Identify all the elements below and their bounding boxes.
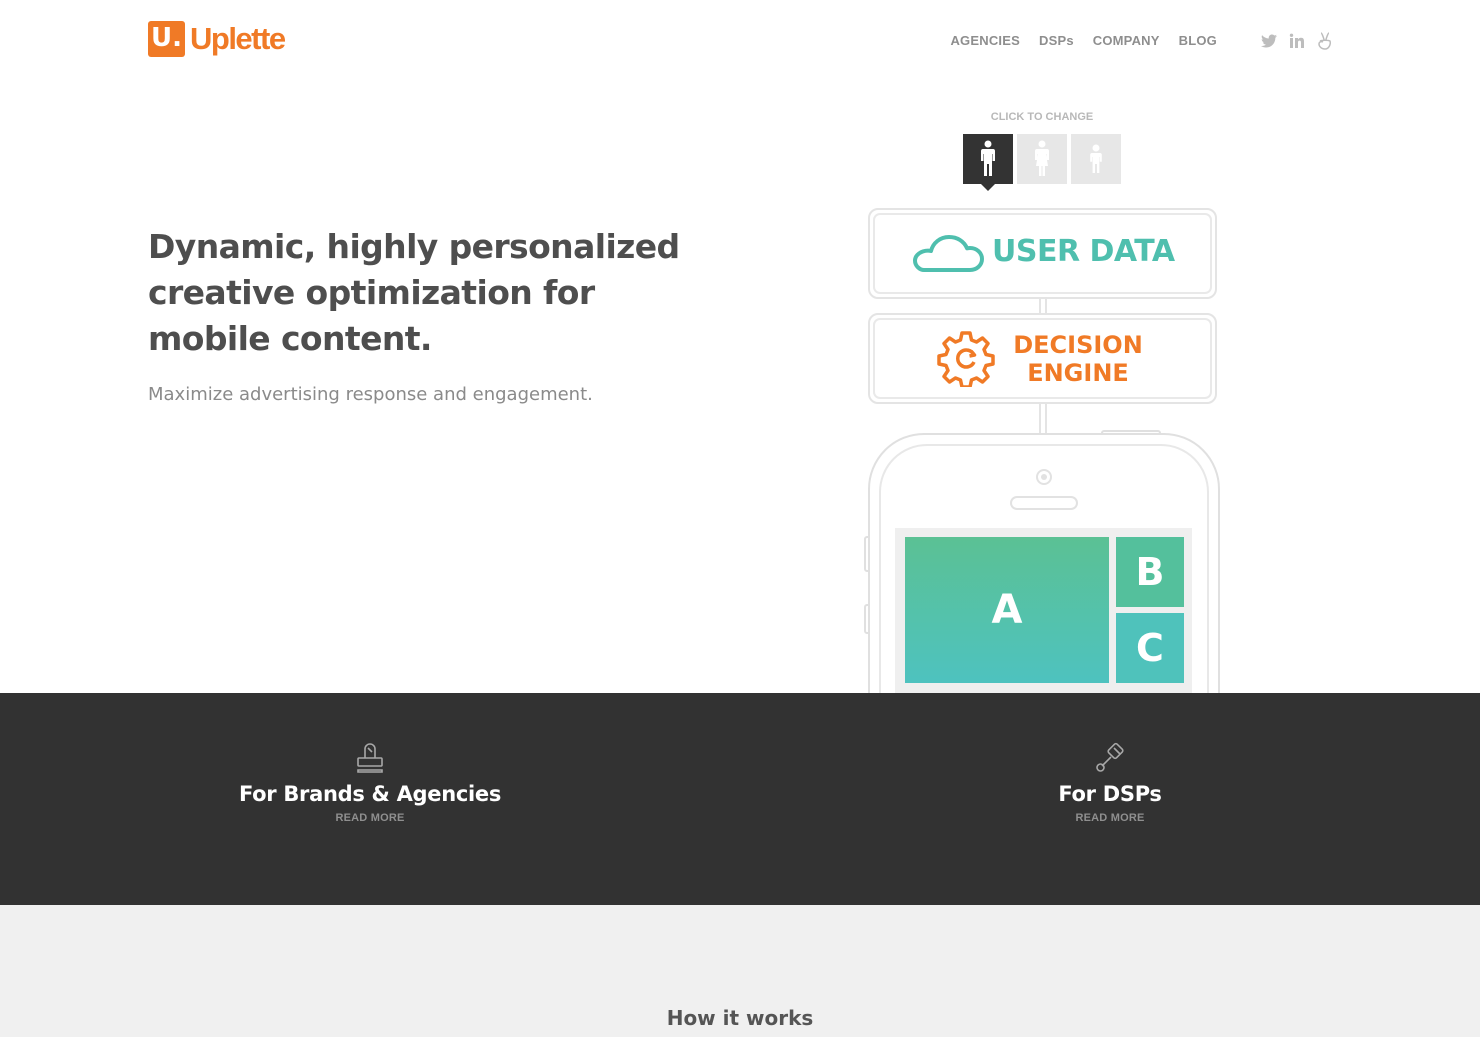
phone-speaker — [1010, 496, 1078, 510]
nav-agencies[interactable]: AGENCIES — [950, 33, 1020, 48]
read-more-link[interactable]: READ MORE — [960, 812, 1260, 824]
male-person-icon — [981, 140, 995, 176]
main-nav: AGENCIES DSPs COMPANY BLOG — [950, 33, 1217, 48]
persona-child-button[interactable] — [1071, 134, 1121, 184]
child-person-icon — [1090, 144, 1102, 173]
feature-dsps[interactable]: For DSPs READ MORE — [960, 742, 1260, 824]
female-person-icon — [1035, 140, 1049, 176]
read-more-link[interactable]: READ MORE — [220, 812, 520, 824]
stamp-icon — [357, 743, 383, 773]
feature-title: For Brands & Agencies — [238, 782, 502, 806]
feature-title: For DSPs — [1058, 782, 1162, 806]
creative-tile-c: C — [1116, 613, 1184, 683]
gear-icon — [937, 331, 995, 387]
site-header: U. Uplette AGENCIES DSPs COMPANY BLOG — [0, 0, 1480, 84]
social-links — [1260, 31, 1334, 51]
nav-blog[interactable]: BLOG — [1179, 33, 1217, 48]
diagram-connector — [1039, 401, 1047, 435]
nav-company[interactable]: COMPANY — [1093, 33, 1160, 48]
phone-camera — [1036, 469, 1052, 485]
how-it-works-title: How it works — [666, 1006, 814, 1030]
twitter-icon[interactable] — [1260, 31, 1278, 51]
user-data-label: USER DATA — [992, 234, 1175, 269]
hero-title: Dynamic, highly personalized creative op… — [148, 227, 680, 358]
creative-tile-a: A — [905, 537, 1109, 683]
uplette-logo[interactable]: U. Uplette — [148, 21, 286, 57]
logo-mark-text: U. — [151, 23, 182, 53]
linkedin-icon[interactable] — [1288, 31, 1306, 51]
piston-icon — [1096, 742, 1124, 772]
hero-subtitle: Maximize advertising response and engage… — [148, 384, 593, 405]
creative-tile-b: B — [1116, 537, 1184, 607]
cloud-icon — [913, 235, 984, 272]
nav-dsps[interactable]: DSPs — [1039, 33, 1074, 48]
logo-text: Uplette — [190, 21, 286, 56]
decision-engine-label: DECISION ENGINE — [1013, 331, 1143, 387]
persona-female-button[interactable] — [1017, 134, 1067, 184]
logo-mark: U. — [148, 21, 185, 57]
click-to-change-label: CLICK TO CHANGE — [990, 111, 1094, 123]
angellist-icon[interactable] — [1316, 31, 1334, 51]
persona-male-button[interactable] — [963, 134, 1013, 191]
feature-brands-agencies[interactable]: For Brands & Agencies READ MORE — [220, 742, 520, 824]
